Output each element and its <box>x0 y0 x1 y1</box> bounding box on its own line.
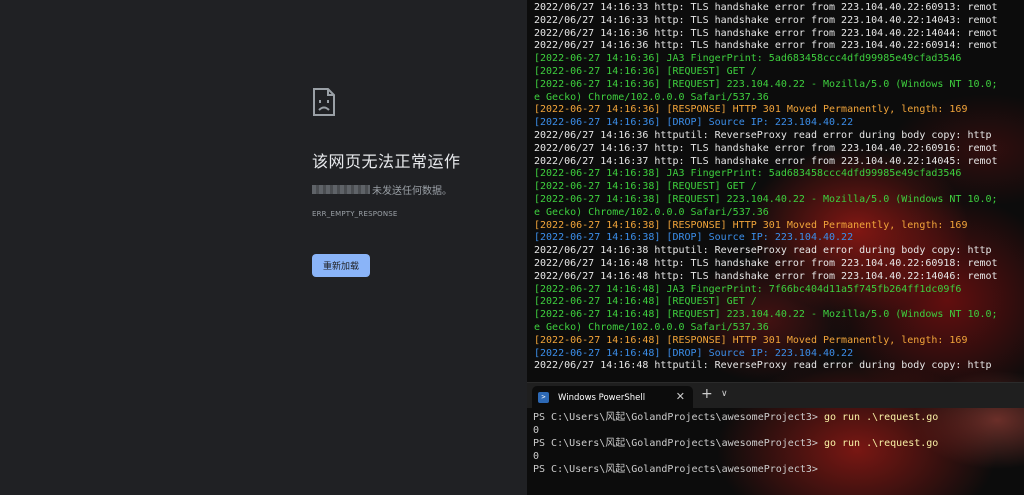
log-line: [2022-06-27 14:16:36] [REQUEST] 223.104.… <box>534 78 998 90</box>
shell-prompt-line: PS C:\Users\风起\GolandProjects\awesomePro… <box>533 411 1024 424</box>
error-description: 未发送任何数据。 <box>312 182 512 197</box>
powershell-icon: > <box>538 392 549 403</box>
error-description-text: 未发送任何数据。 <box>372 186 452 197</box>
log-line: 2022/06/27 14:16:33 http: TLS handshake … <box>534 14 998 26</box>
close-tab-icon[interactable]: ✕ <box>676 390 685 403</box>
shell-prompt: PS C:\Users\风起\GolandProjects\awesomePro… <box>533 438 824 449</box>
new-tab-button[interactable]: + <box>701 386 713 402</box>
shell-output-line: 0 <box>533 425 540 436</box>
shell-prompt: PS C:\Users\风起\GolandProjects\awesomePro… <box>533 412 824 423</box>
log-line: [2022-06-27 14:16:36] [REQUEST] GET / <box>534 65 757 77</box>
log-line: 2022/06/27 14:16:48 http: TLS handshake … <box>534 270 998 282</box>
reload-button[interactable]: 重新加载 <box>312 254 371 277</box>
log-line: 2022/06/27 14:16:36 http: TLS handshake … <box>534 27 998 39</box>
log-line: [2022-06-27 14:16:38] [REQUEST] 223.104.… <box>534 193 998 205</box>
log-line: [2022-06-27 14:16:48] [DROP] Source IP: … <box>534 347 854 359</box>
log-line: 2022/06/27 14:16:48 httputil: ReversePro… <box>534 360 992 372</box>
sad-page-icon <box>313 88 335 116</box>
log-line: 2022/06/27 14:16:37 http: TLS handshake … <box>534 155 998 167</box>
log-line: 2022/06/27 14:16:48 http: TLS handshake … <box>534 257 998 269</box>
log-line: 2022/06/27 14:16:36 httputil: ReversePro… <box>534 129 992 141</box>
shell-prompt: PS C:\Users\风起\GolandProjects\awesomePro… <box>533 464 824 475</box>
log-line: 2022/06/27 14:16:33 http: TLS handshake … <box>534 2 998 13</box>
error-code: ERR_EMPTY_RESPONSE <box>312 210 398 218</box>
log-line: [2022-06-27 14:16:38] [RESPONSE] HTTP 30… <box>534 219 968 231</box>
log-line: [2022-06-27 14:16:38] JA3 FingerPrint: 5… <box>534 168 962 180</box>
error-content: 该网页无法正常运作 未发送任何数据。 ERR_EMPTY_RESPONSE 重新… <box>312 88 512 277</box>
log-line: [2022-06-27 14:16:48] [RESPONSE] HTTP 30… <box>534 334 968 346</box>
masked-hostname <box>312 185 370 194</box>
log-line: [2022-06-27 14:16:48] [REQUEST] GET / <box>534 296 757 308</box>
log-line: [2022-06-27 14:16:36] [DROP] Source IP: … <box>534 117 854 129</box>
server-log-pane[interactable]: 2022/06/27 14:16:33 http: TLS handshake … <box>527 2 1024 378</box>
shell-prompt-line: PS C:\Users\风起\GolandProjects\awesomePro… <box>533 463 1024 476</box>
log-line: 2022/06/27 14:16:38 httputil: ReversePro… <box>534 245 992 257</box>
terminal-window: 2022/06/27 14:16:33 http: TLS handshake … <box>527 0 1024 495</box>
shell-output-line: 0 <box>533 451 540 462</box>
log-line: [2022-06-27 14:16:36] [RESPONSE] HTTP 30… <box>534 104 968 116</box>
shell-command: go run .\request.go <box>823 412 939 423</box>
log-line: [2022-06-27 14:16:48] [REQUEST] 223.104.… <box>534 309 998 321</box>
log-line: 2022/06/27 14:16:36 http: TLS handshake … <box>534 40 998 52</box>
log-line: e Gecko) Chrome/102.0.0.0 Safari/537.36 <box>534 321 769 333</box>
log-line: [2022-06-27 14:16:38] [REQUEST] GET / <box>534 181 757 193</box>
tab-dropdown-icon[interactable]: ∨ <box>721 389 728 399</box>
log-line: [2022-06-27 14:16:38] [DROP] Source IP: … <box>534 232 854 244</box>
tab-windows-powershell[interactable]: > Windows PowerShell ✕ <box>532 386 693 409</box>
terminal-tab-bar: > Windows PowerShell ✕ + ∨ <box>527 382 1024 409</box>
shell-command: go run .\request.go <box>823 438 939 449</box>
log-line: [2022-06-27 14:16:36] JA3 FingerPrint: 5… <box>534 53 962 65</box>
log-line: [2022-06-27 14:16:48] JA3 FingerPrint: 7… <box>534 283 962 295</box>
tab-title: Windows PowerShell <box>558 392 646 403</box>
powershell-pane[interactable]: PS C:\Users\风起\GolandProjects\awesomePro… <box>527 408 1024 495</box>
error-title: 该网页无法正常运作 <box>312 152 461 171</box>
browser-window: 该网页无法正常运作 未发送任何数据。 ERR_EMPTY_RESPONSE 重新… <box>0 0 527 495</box>
log-line: 2022/06/27 14:16:37 http: TLS handshake … <box>534 142 998 154</box>
shell-prompt-line: PS C:\Users\风起\GolandProjects\awesomePro… <box>533 437 1024 450</box>
log-line: e Gecko) Chrome/102.0.0.0 Safari/537.36 <box>534 206 769 218</box>
log-line: e Gecko) Chrome/102.0.0.0 Safari/537.36 <box>534 91 769 103</box>
